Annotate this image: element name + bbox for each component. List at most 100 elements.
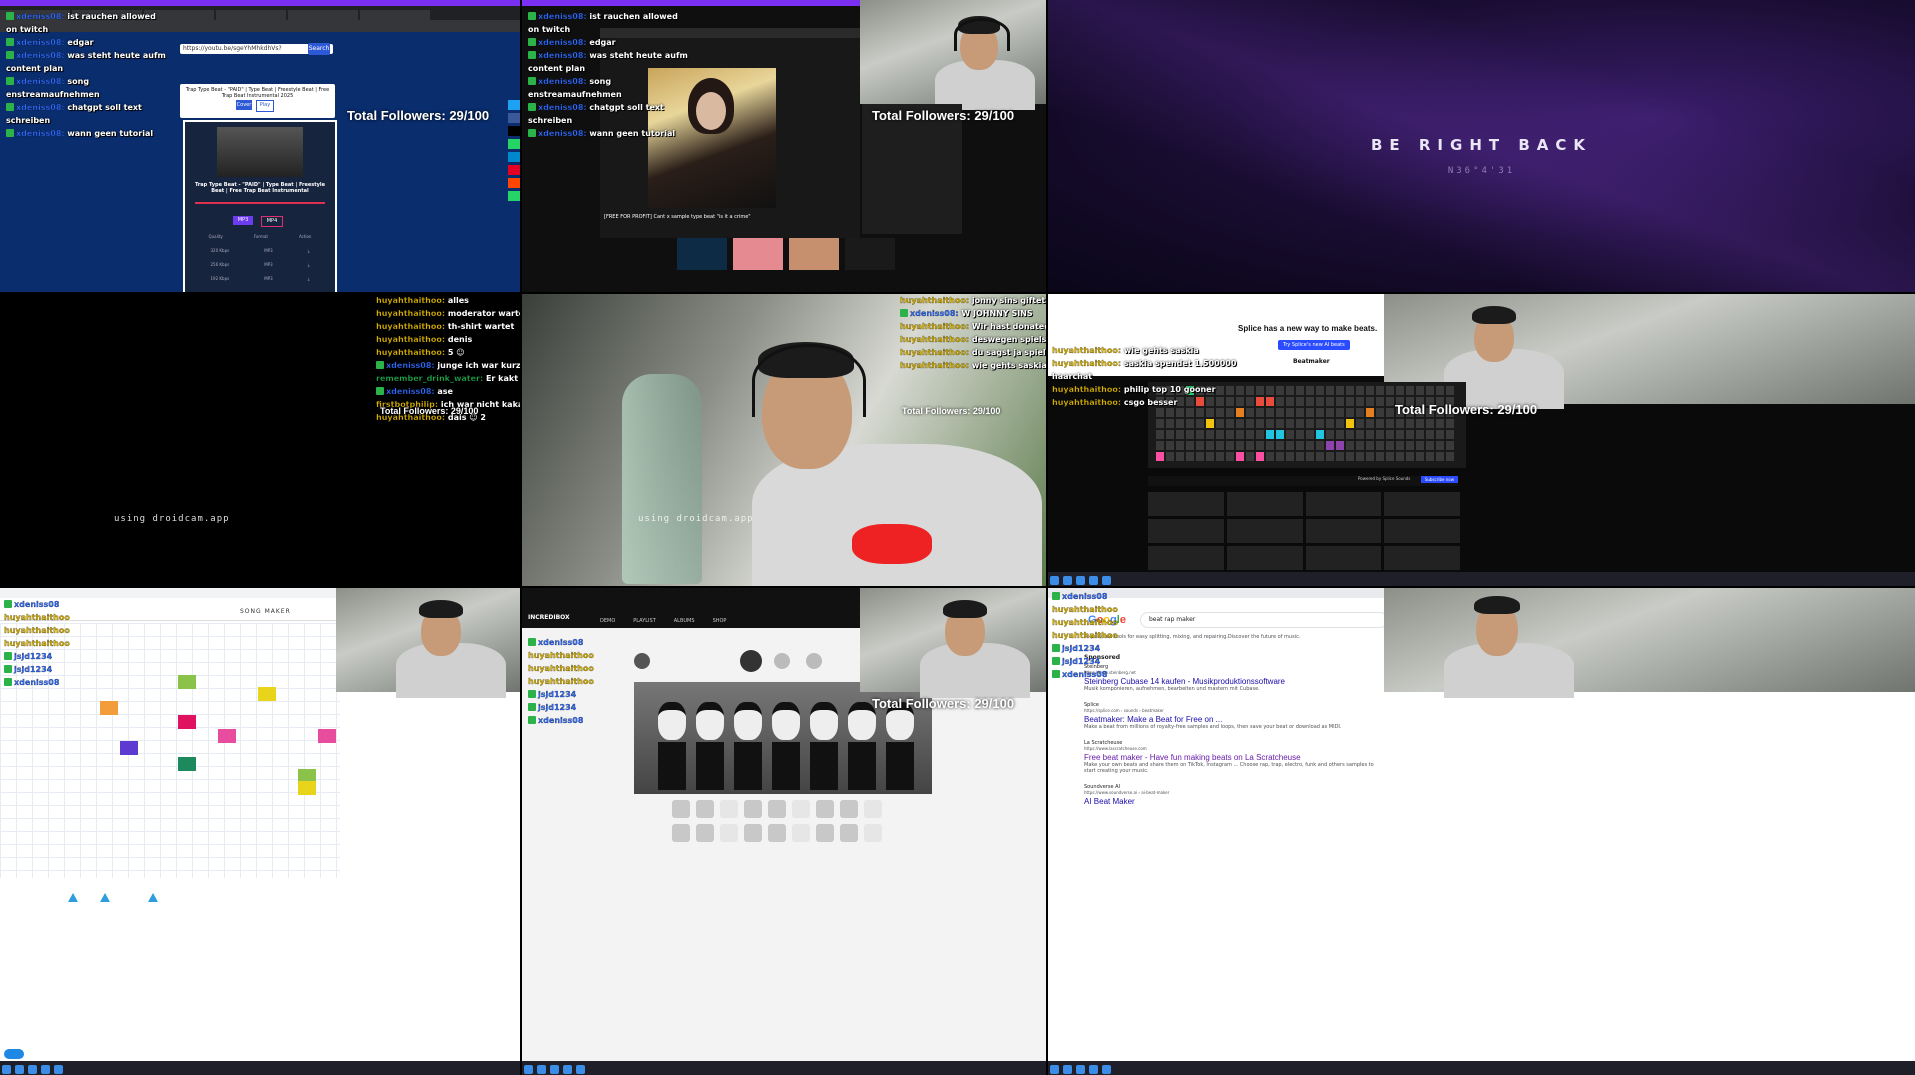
sound-icon[interactable] xyxy=(816,800,834,818)
beat-pad[interactable] xyxy=(1226,419,1234,428)
beat-pad[interactable] xyxy=(1286,386,1294,395)
beat-pad[interactable] xyxy=(1226,430,1234,439)
beat-pad[interactable] xyxy=(1356,408,1364,417)
result-title-link[interactable]: Beatmaker: Make a Beat for Free on ... xyxy=(1084,715,1384,724)
beat-pad[interactable] xyxy=(1186,452,1194,461)
beat-pad[interactable] xyxy=(1256,452,1264,461)
beat-pad[interactable] xyxy=(1346,386,1354,395)
beat-pad[interactable] xyxy=(1406,430,1414,439)
play-button[interactable]: Play xyxy=(256,100,274,112)
thumbnail[interactable] xyxy=(845,238,895,270)
beatboxer-character[interactable] xyxy=(658,702,686,792)
beat-pad[interactable] xyxy=(1176,408,1184,417)
beat-pad[interactable] xyxy=(1246,419,1254,428)
sound-icon[interactable] xyxy=(672,824,690,842)
beat-pad[interactable] xyxy=(1376,419,1384,428)
beat-pad[interactable] xyxy=(1216,419,1224,428)
beat-pad[interactable] xyxy=(1156,452,1164,461)
beat-pad[interactable] xyxy=(1246,452,1254,461)
beat-pad[interactable] xyxy=(1356,430,1364,439)
beat-pad[interactable] xyxy=(1316,397,1324,406)
sound-icon[interactable] xyxy=(840,800,858,818)
beat-pad[interactable] xyxy=(1266,419,1274,428)
beat-pad[interactable] xyxy=(1306,452,1314,461)
pinterest-icon[interactable] xyxy=(508,165,520,175)
beat-pad[interactable] xyxy=(1206,408,1214,417)
beat-pad[interactable] xyxy=(1446,430,1454,439)
beat-pad[interactable] xyxy=(1396,430,1404,439)
beat-pad[interactable] xyxy=(1326,419,1334,428)
beat-pad[interactable] xyxy=(1176,452,1184,461)
beat-pad[interactable] xyxy=(1316,441,1324,450)
beat-pad[interactable] xyxy=(1256,386,1264,395)
beat-pad[interactable] xyxy=(1166,419,1174,428)
facebook-icon[interactable] xyxy=(508,113,520,123)
whatsapp-icon[interactable] xyxy=(508,139,520,149)
mp4-tab[interactable]: MP4 xyxy=(261,216,283,227)
beat-pad[interactable] xyxy=(1406,441,1414,450)
sound-icon[interactable] xyxy=(696,800,714,818)
sound-icon[interactable] xyxy=(744,800,762,818)
result-title-link[interactable]: AI Beat Maker xyxy=(1084,797,1384,806)
sample-item[interactable] xyxy=(1305,546,1382,570)
beat-pad[interactable] xyxy=(1266,430,1274,439)
result-title-link[interactable]: Free beat maker - Have fun making beats … xyxy=(1084,753,1384,762)
beat-pad[interactable] xyxy=(1156,430,1164,439)
beatboxer-character[interactable] xyxy=(848,702,876,792)
sound-icon[interactable] xyxy=(792,824,810,842)
sample-item[interactable] xyxy=(1384,546,1460,570)
sample-item[interactable] xyxy=(1148,492,1224,516)
beat-pad[interactable] xyxy=(1256,397,1264,406)
beat-pad[interactable] xyxy=(1346,408,1354,417)
sample-item[interactable] xyxy=(1148,546,1224,570)
beat-pad[interactable] xyxy=(1296,430,1304,439)
download-icon[interactable]: ⤓ xyxy=(308,262,310,267)
beatboxer-character[interactable] xyxy=(696,702,724,792)
beat-pad[interactable] xyxy=(1446,386,1454,395)
beat-pad[interactable] xyxy=(1246,397,1254,406)
beat-pad[interactable] xyxy=(1376,408,1384,417)
mp3-tab[interactable]: MP3 xyxy=(233,216,253,225)
try-ai-beats-button[interactable]: Try Splice's new AI beats xyxy=(1278,340,1350,350)
beat-pad[interactable] xyxy=(1306,441,1314,450)
beat-pad[interactable] xyxy=(1266,397,1274,406)
nav-demo[interactable]: DEMO xyxy=(600,618,615,624)
beat-pad[interactable] xyxy=(1266,452,1274,461)
beat-pad[interactable] xyxy=(1366,408,1374,417)
beat-pad[interactable] xyxy=(1296,397,1304,406)
sound-icon[interactable] xyxy=(768,824,786,842)
beat-pad[interactable] xyxy=(1276,397,1284,406)
beatboxer-character[interactable] xyxy=(734,702,762,792)
beat-pad[interactable] xyxy=(1296,441,1304,450)
cover-button[interactable]: Cover xyxy=(236,100,252,110)
subscribe-button[interactable]: Subscribe now xyxy=(1420,476,1458,483)
beat-pad[interactable] xyxy=(1266,386,1274,395)
whatsapp-icon[interactable] xyxy=(508,191,520,201)
beat-pad[interactable] xyxy=(1386,408,1394,417)
beat-pad[interactable] xyxy=(1286,430,1294,439)
beat-pad[interactable] xyxy=(1156,441,1164,450)
beat-pad[interactable] xyxy=(1426,419,1434,428)
beat-pad[interactable] xyxy=(1316,408,1324,417)
beat-pad[interactable] xyxy=(1346,430,1354,439)
triangle-note[interactable] xyxy=(100,893,110,902)
beat-pad[interactable] xyxy=(1426,452,1434,461)
sound-icon[interactable] xyxy=(696,824,714,842)
beat-pad[interactable] xyxy=(1356,397,1364,406)
beatboxer-character[interactable] xyxy=(810,702,838,792)
beat-pad[interactable] xyxy=(1426,441,1434,450)
beat-pad[interactable] xyxy=(1386,452,1394,461)
beat-pad[interactable] xyxy=(1286,419,1294,428)
beat-pad[interactable] xyxy=(1236,430,1244,439)
telegram-icon[interactable] xyxy=(508,152,520,162)
beat-pad[interactable] xyxy=(1426,386,1434,395)
beat-pad[interactable] xyxy=(1176,419,1184,428)
beat-pad[interactable] xyxy=(1176,441,1184,450)
recommendations[interactable] xyxy=(862,104,962,234)
beat-pad[interactable] xyxy=(1386,397,1394,406)
beat-pad[interactable] xyxy=(1386,430,1394,439)
melody-note[interactable] xyxy=(178,715,196,729)
beat-pad[interactable] xyxy=(1166,441,1174,450)
beat-pad[interactable] xyxy=(1236,386,1244,395)
beat-pad[interactable] xyxy=(1286,452,1294,461)
